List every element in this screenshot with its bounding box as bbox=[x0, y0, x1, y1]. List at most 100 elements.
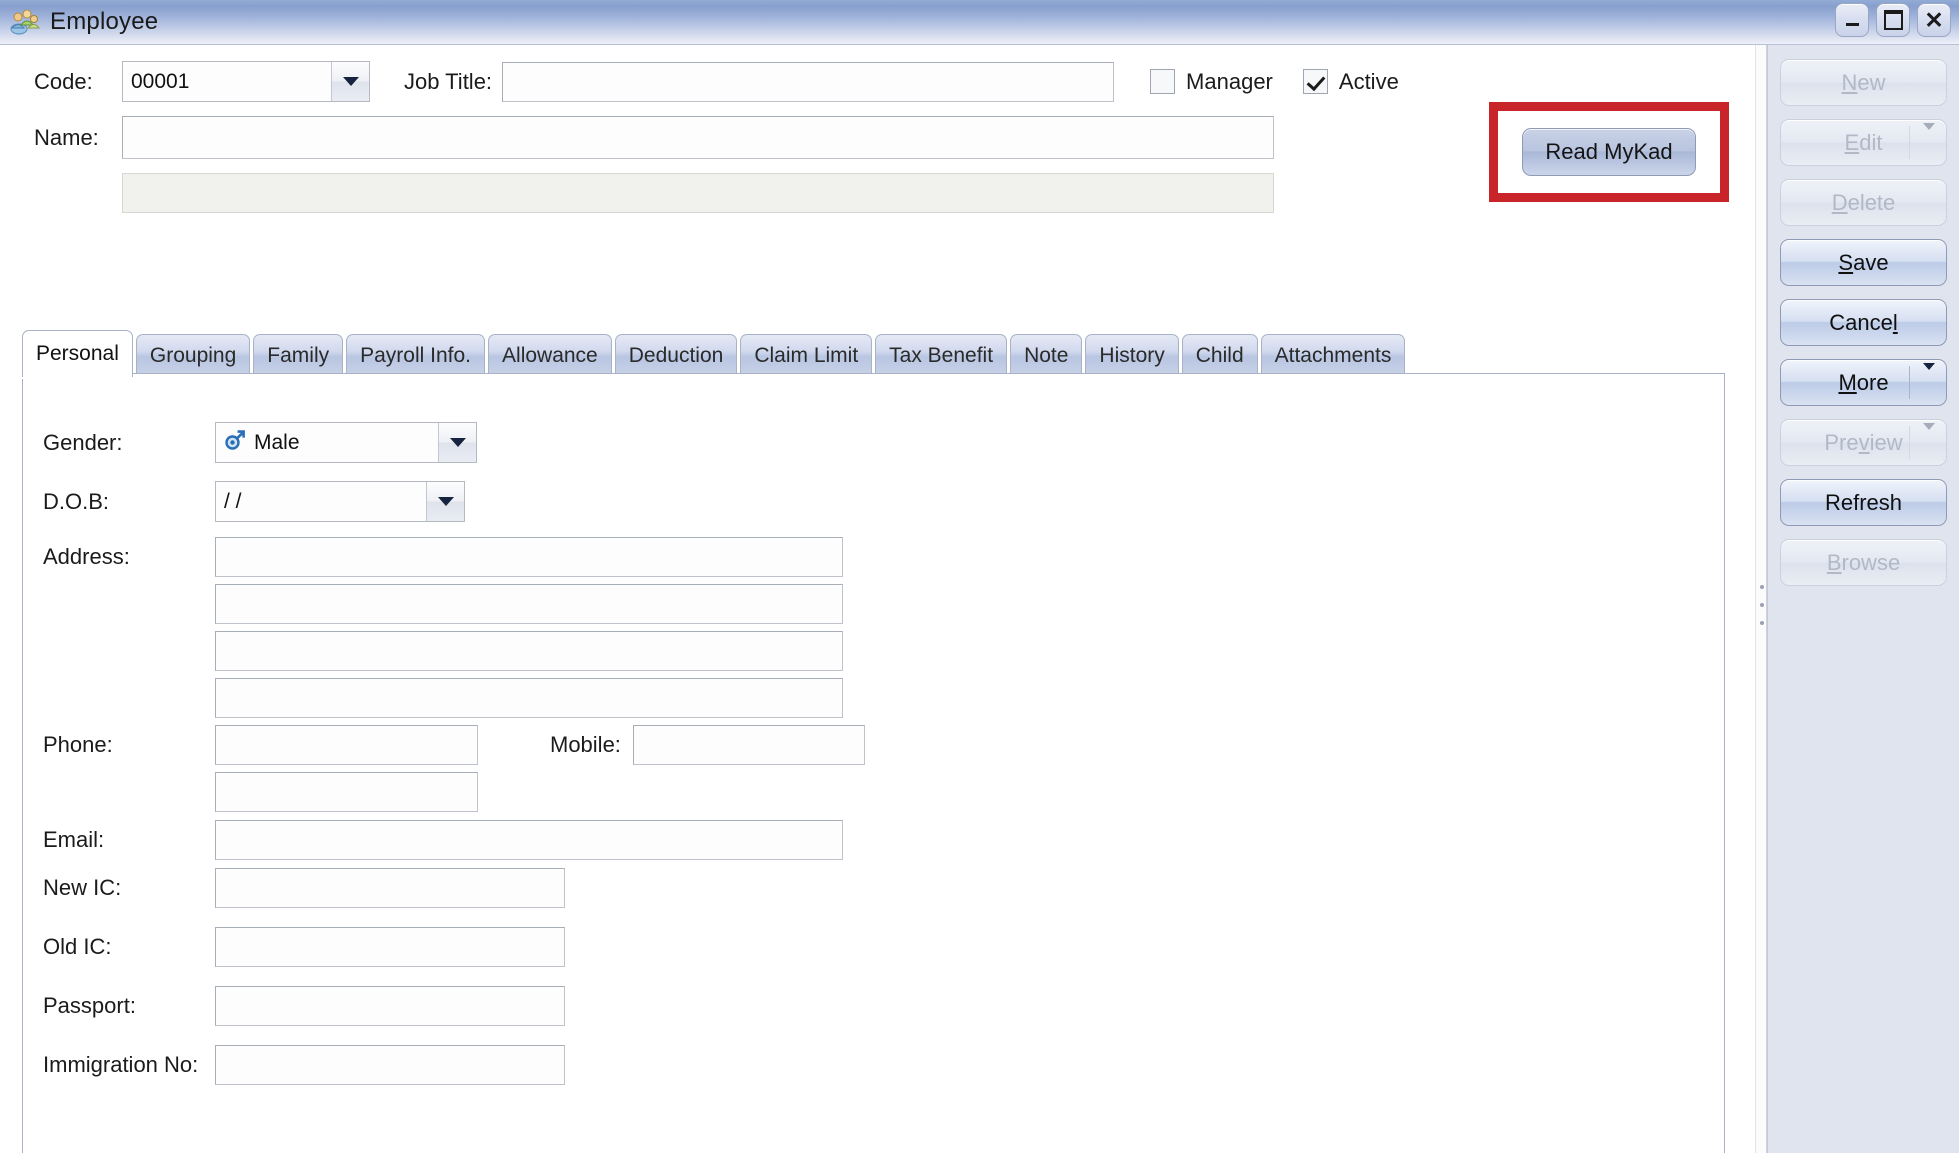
gender-value: Male bbox=[254, 431, 300, 455]
tab-tax-benefit[interactable]: Tax Benefit bbox=[875, 334, 1007, 377]
tab-allowance[interactable]: Allowance bbox=[488, 334, 612, 377]
phone-2-input[interactable] bbox=[215, 772, 478, 812]
gender-combo[interactable]: Male bbox=[215, 422, 477, 463]
save-accel: S bbox=[1838, 250, 1853, 275]
name-label: Name: bbox=[34, 125, 122, 151]
male-symbol-icon bbox=[224, 429, 246, 457]
tab-note[interactable]: Note bbox=[1010, 334, 1082, 377]
splitter-grip[interactable] bbox=[1760, 585, 1764, 639]
tab-grouping[interactable]: Grouping bbox=[136, 334, 250, 377]
chevron-down-icon[interactable] bbox=[1923, 430, 1935, 456]
name-input[interactable] bbox=[122, 116, 1274, 159]
dob-value: / / bbox=[216, 482, 426, 521]
old-ic-label: Old IC: bbox=[43, 934, 215, 960]
email-input[interactable] bbox=[215, 820, 843, 860]
preview-button[interactable]: Preview bbox=[1780, 419, 1947, 466]
maximize-icon[interactable] bbox=[1876, 3, 1910, 37]
cancel-button-label: Cance bbox=[1829, 310, 1893, 335]
address-line-2-row bbox=[215, 584, 843, 624]
cancel-button[interactable]: Cancel bbox=[1780, 299, 1947, 346]
refresh-button[interactable]: Refresh bbox=[1780, 479, 1947, 526]
phone-input[interactable] bbox=[215, 725, 478, 765]
browse-button-label: rowse bbox=[1842, 550, 1901, 575]
more-button-label: ore bbox=[1857, 370, 1889, 395]
close-icon[interactable]: ✕ bbox=[1917, 3, 1951, 37]
new-ic-label: New IC: bbox=[43, 875, 215, 901]
cancel-accel: l bbox=[1893, 310, 1898, 335]
phone-label: Phone: bbox=[43, 732, 215, 758]
new-accel: N bbox=[1841, 70, 1857, 95]
preview-button-label-post: iew bbox=[1870, 430, 1903, 455]
tab-personal[interactable]: Personal bbox=[22, 330, 133, 377]
address-label: Address: bbox=[43, 544, 215, 570]
employee-group-icon bbox=[10, 7, 40, 37]
job-title-input[interactable] bbox=[502, 62, 1114, 102]
mobile-input[interactable] bbox=[633, 725, 865, 765]
tab-child[interactable]: Child bbox=[1182, 334, 1258, 377]
address-line-4-input[interactable] bbox=[215, 678, 843, 718]
code-combo[interactable]: 00001 bbox=[122, 61, 370, 102]
save-button-label: ave bbox=[1853, 250, 1888, 275]
old-ic-field-row: Old IC: bbox=[43, 927, 565, 967]
gender-field-row: Gender: Male bbox=[43, 422, 477, 463]
tab-deduction[interactable]: Deduction bbox=[615, 334, 738, 377]
chevron-down-icon[interactable] bbox=[331, 62, 369, 101]
new-button-label: ew bbox=[1857, 70, 1885, 95]
read-mykad-button[interactable]: Read MyKad bbox=[1522, 128, 1695, 176]
edit-accel: E bbox=[1845, 130, 1860, 155]
window-controls: ✕ bbox=[1835, 3, 1951, 37]
more-accel: M bbox=[1838, 370, 1856, 395]
window-title: Employee bbox=[50, 8, 158, 36]
address-field-row: Address: bbox=[43, 537, 843, 577]
immigration-input[interactable] bbox=[215, 1045, 565, 1085]
active-checkbox-row[interactable]: Active bbox=[1303, 69, 1399, 95]
old-ic-input[interactable] bbox=[215, 927, 565, 967]
header-row-1: Code: 00001 Job Title: Manager Active bbox=[34, 61, 1755, 102]
edit-button[interactable]: Edit bbox=[1780, 119, 1947, 166]
browse-accel: B bbox=[1827, 550, 1842, 575]
minimize-icon[interactable] bbox=[1835, 3, 1869, 37]
dob-combo[interactable]: / / bbox=[215, 481, 465, 522]
address-line-1-input[interactable] bbox=[215, 537, 843, 577]
address-line-2-input[interactable] bbox=[215, 584, 843, 624]
mobile-label: Mobile: bbox=[550, 732, 621, 758]
new-ic-input[interactable] bbox=[215, 868, 565, 908]
main-pane: Code: 00001 Job Title: Manager Active bbox=[0, 45, 1755, 1153]
action-button-panel: New Edit Delete Save Cancel More bbox=[1767, 45, 1959, 1153]
passport-input[interactable] bbox=[215, 986, 565, 1026]
edit-button-label: dit bbox=[1859, 130, 1882, 155]
address-line-4-row bbox=[215, 678, 843, 718]
manager-checkbox[interactable] bbox=[1150, 69, 1175, 94]
preview-button-label-pre: Pre bbox=[1824, 430, 1858, 455]
preview-accel: v bbox=[1859, 430, 1870, 455]
new-button[interactable]: New bbox=[1780, 59, 1947, 106]
active-checkbox[interactable] bbox=[1303, 69, 1328, 94]
delete-button-label: elete bbox=[1848, 190, 1896, 215]
tab-strip: Personal Grouping Family Payroll Info. A… bbox=[22, 330, 1405, 377]
tab-family[interactable]: Family bbox=[253, 334, 343, 377]
immigration-label: Immigration No: bbox=[43, 1052, 215, 1078]
refresh-button-label: Refresh bbox=[1825, 490, 1902, 516]
save-button[interactable]: Save bbox=[1780, 239, 1947, 286]
gender-label: Gender: bbox=[43, 430, 215, 456]
calendar-dropdown-icon[interactable] bbox=[426, 482, 464, 521]
more-button[interactable]: More bbox=[1780, 359, 1947, 406]
code-value: 00001 bbox=[123, 62, 331, 101]
title-bar: Employee ✕ bbox=[0, 0, 1959, 45]
browse-button[interactable]: Browse bbox=[1780, 539, 1947, 586]
address-line-3-input[interactable] bbox=[215, 631, 843, 671]
personal-tab-panel: Gender: Male bbox=[22, 373, 1725, 1153]
dob-label: D.O.B: bbox=[43, 489, 215, 515]
manager-checkbox-row[interactable]: Manager bbox=[1150, 69, 1273, 95]
tab-history[interactable]: History bbox=[1085, 334, 1178, 377]
chevron-down-icon[interactable] bbox=[1923, 130, 1935, 156]
secondary-name-field bbox=[122, 173, 1274, 213]
tab-claim-limit[interactable]: Claim Limit bbox=[740, 334, 872, 377]
tab-attachments[interactable]: Attachments bbox=[1261, 334, 1406, 377]
tab-payroll-info[interactable]: Payroll Info. bbox=[346, 334, 485, 377]
pane-splitter[interactable] bbox=[1755, 45, 1767, 1153]
chevron-down-icon[interactable] bbox=[1923, 370, 1935, 396]
address-line-3-row bbox=[215, 631, 843, 671]
delete-button[interactable]: Delete bbox=[1780, 179, 1947, 226]
chevron-down-icon[interactable] bbox=[438, 423, 476, 462]
